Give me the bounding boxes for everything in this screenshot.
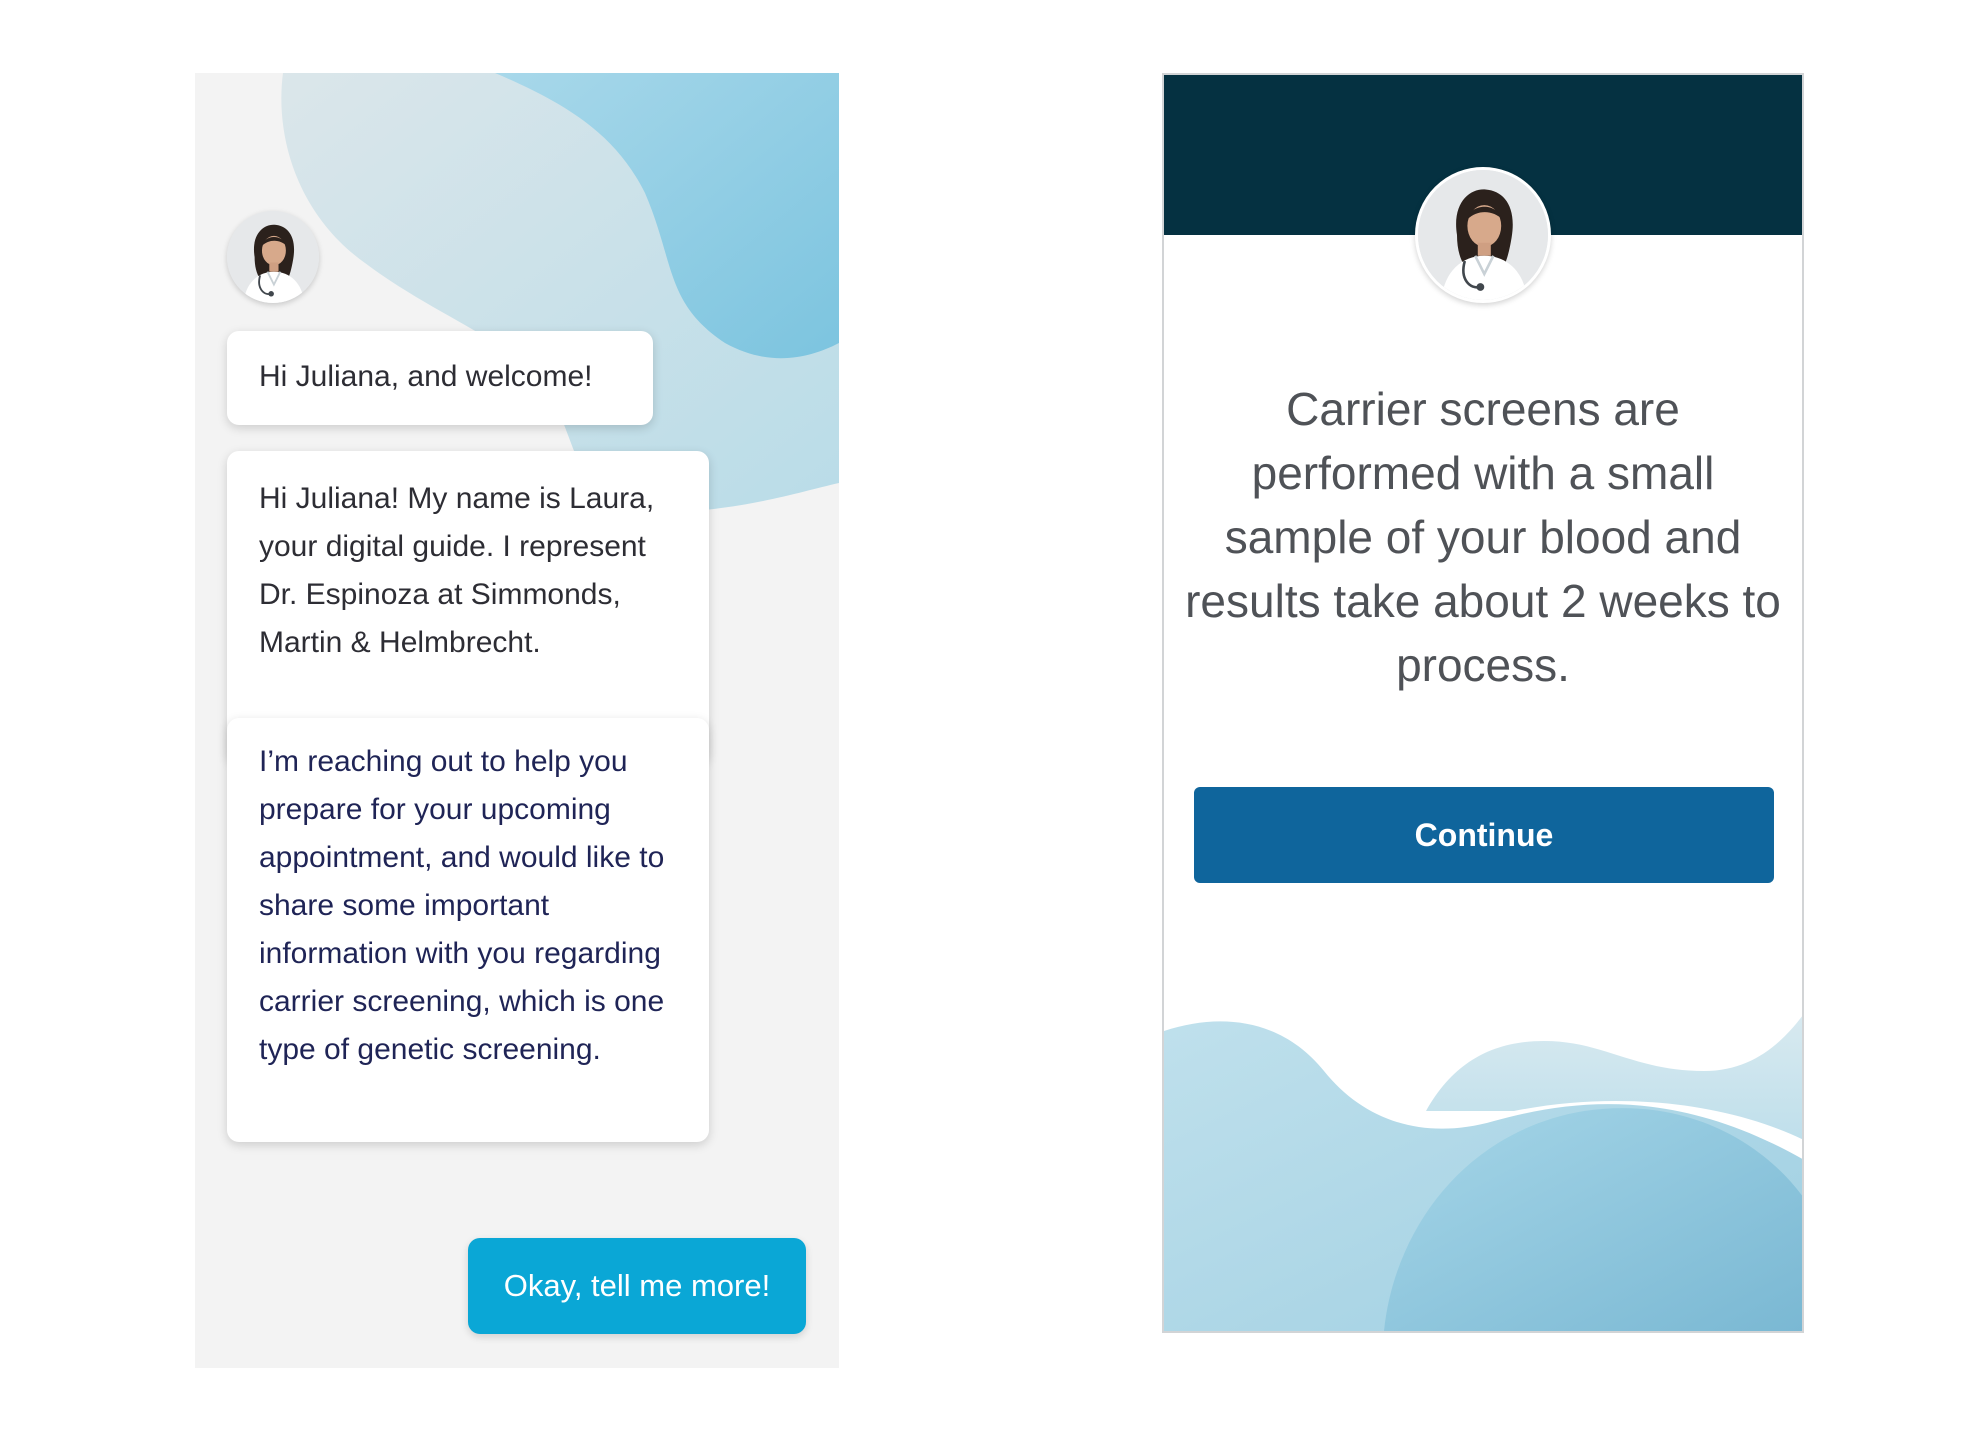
doctor-avatar-icon [227, 211, 319, 303]
continue-button[interactable]: Continue [1194, 787, 1774, 883]
chat-message: I’m reaching out to help you prepare for… [227, 718, 709, 1142]
reply-button[interactable]: Okay, tell me more! [468, 1238, 806, 1334]
bottom-wave-decoration [1164, 1016, 1802, 1331]
guide-avatar [227, 211, 319, 303]
doctor-avatar-icon [1418, 170, 1548, 300]
chat-message: Hi Juliana! My name is Laura, your digit… [227, 451, 709, 763]
guide-avatar [1415, 167, 1551, 303]
screens-canvas: Hi Juliana, and welcome! Hi Juliana! My … [0, 0, 1986, 1440]
chat-message: Hi Juliana, and welcome! [227, 331, 653, 425]
chat-screen: Hi Juliana, and welcome! Hi Juliana! My … [195, 73, 839, 1368]
info-message: Carrier screens are performed with a sma… [1185, 383, 1781, 691]
info-screen: Carrier screens are performed with a sma… [1162, 73, 1804, 1333]
